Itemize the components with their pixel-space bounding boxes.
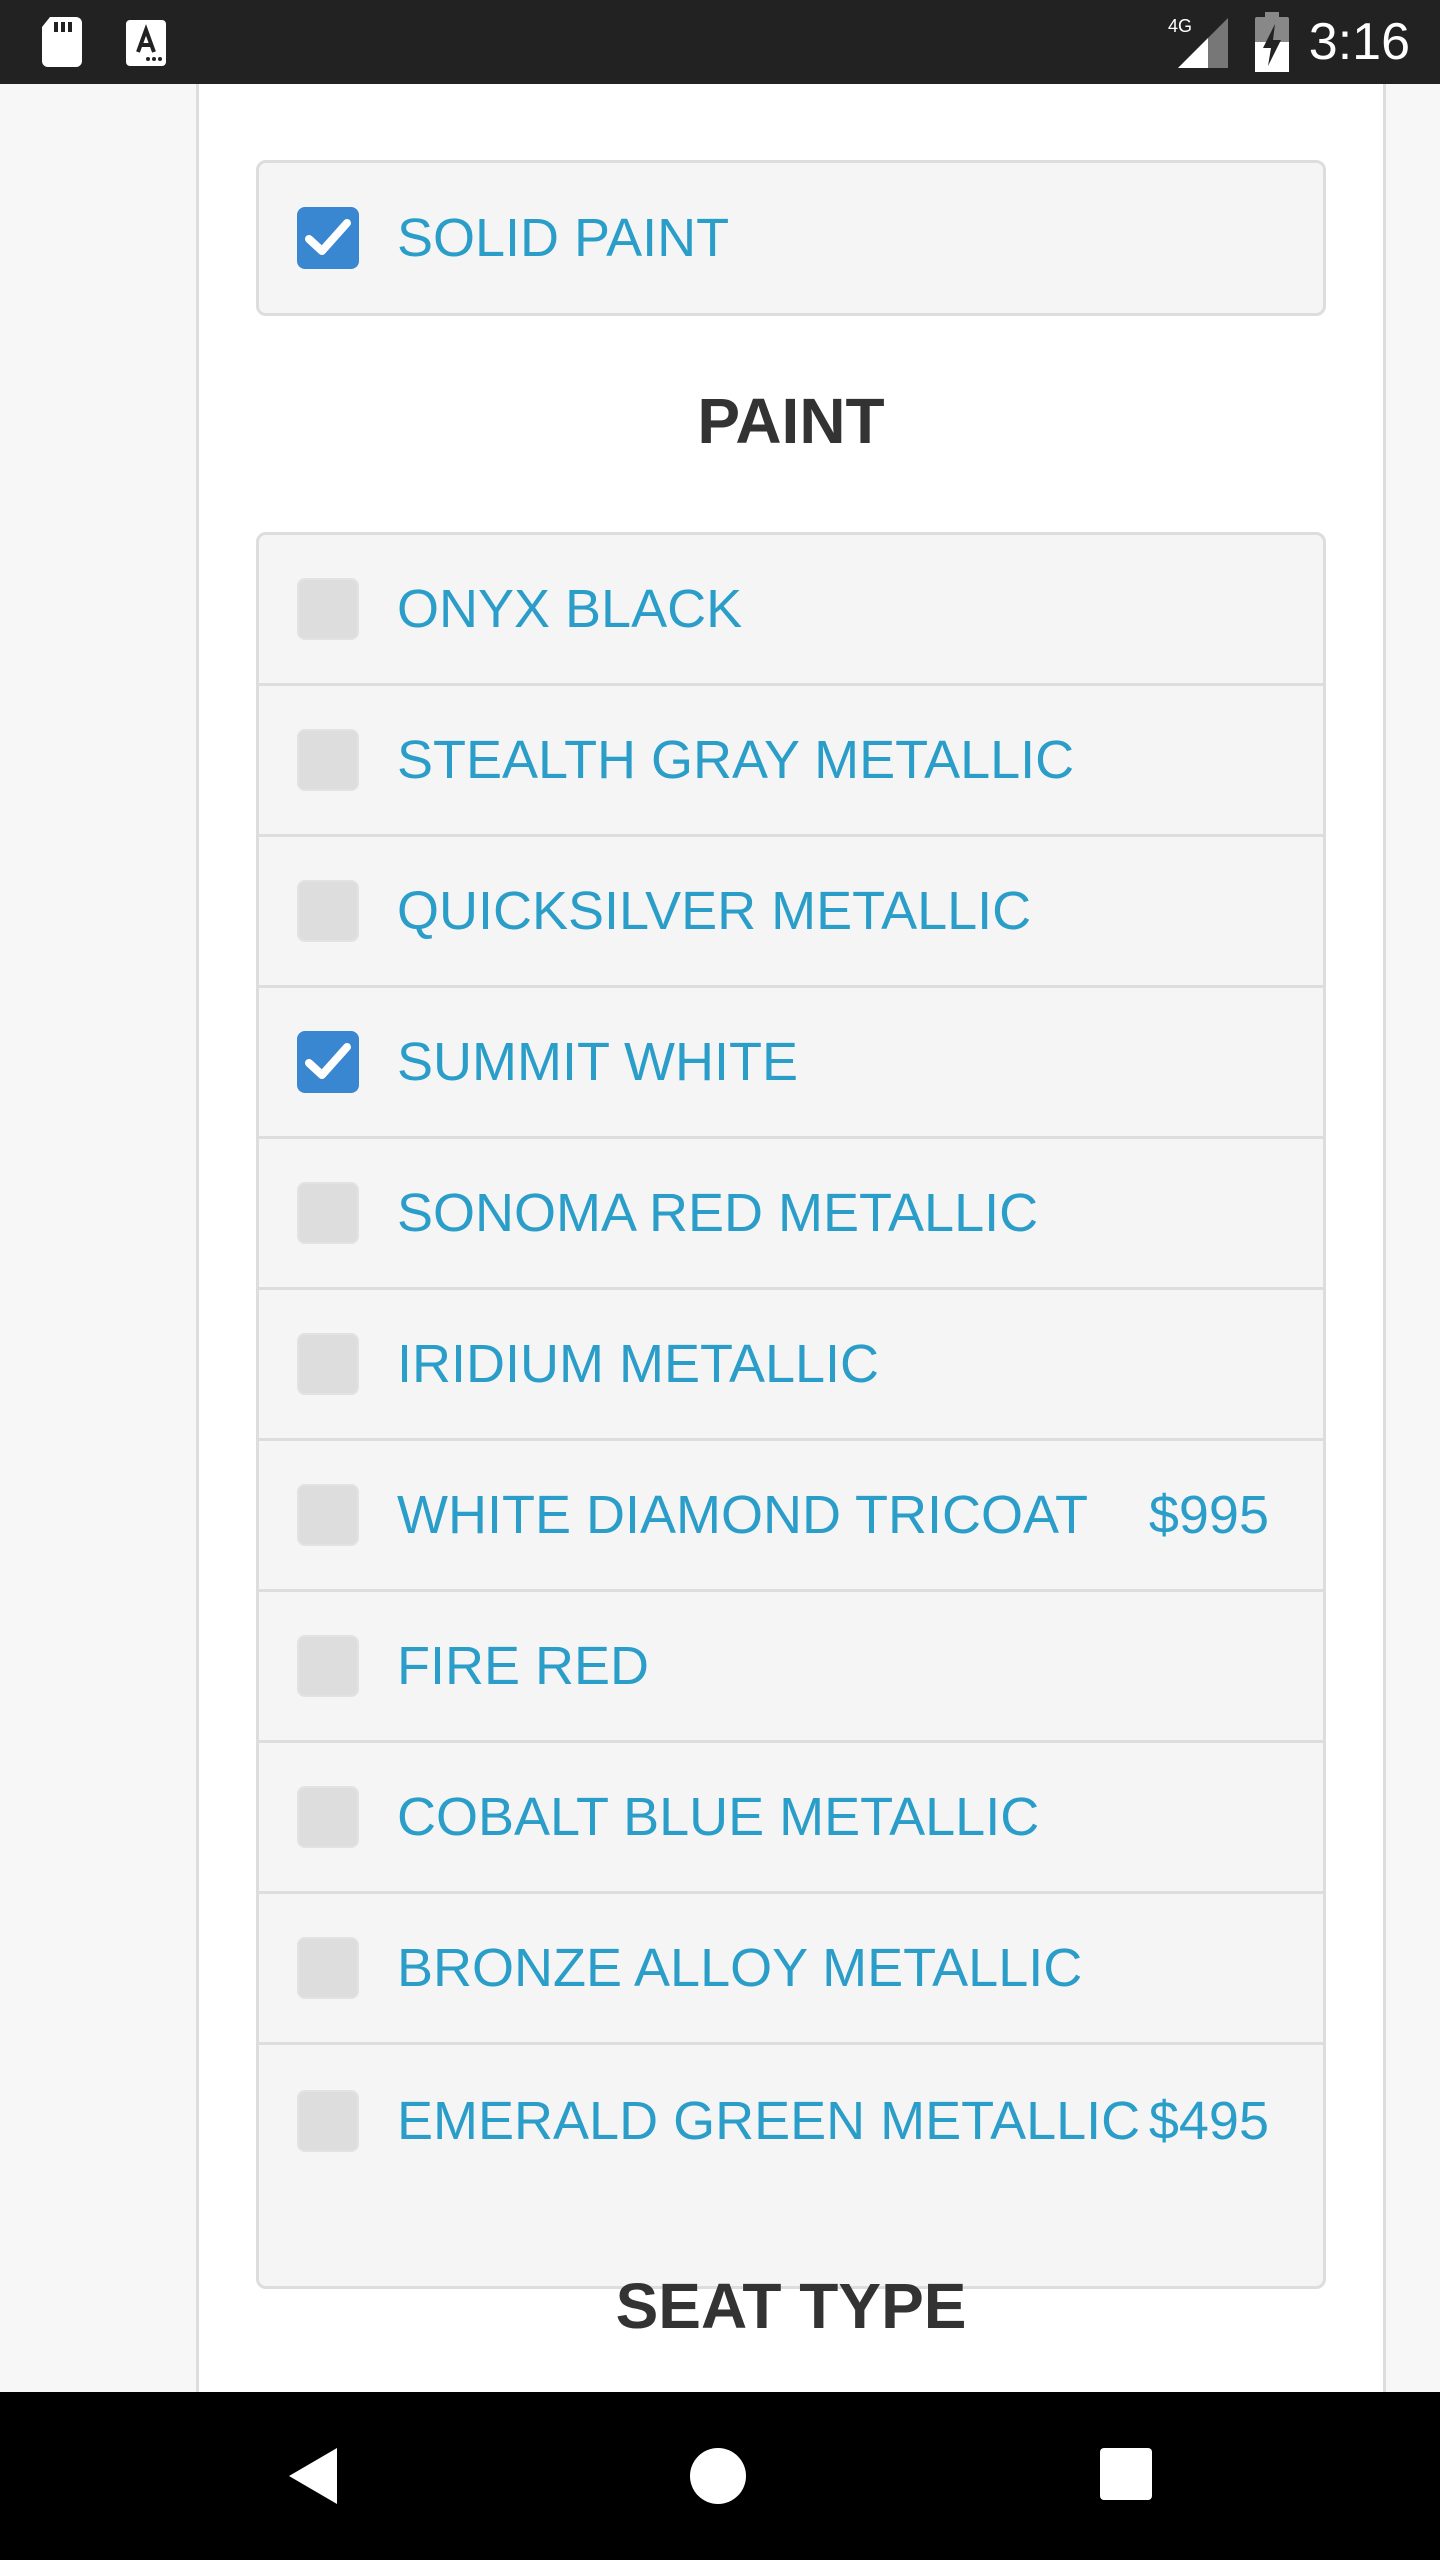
paint-option-checkbox[interactable]: [297, 880, 359, 942]
checkmark-icon: [305, 1043, 351, 1079]
paint-option-row[interactable]: BRONZE ALLOY METALLIC: [259, 1894, 1323, 2045]
paint-option-label: WHITE DIAMOND TRICOAT: [397, 1485, 1088, 1545]
paint-option-row[interactable]: SONOMA RED METALLIC: [259, 1139, 1323, 1290]
status-bar: 4G 3:16: [0, 0, 1440, 84]
paint-option-label: STEALTH GRAY METALLIC: [397, 730, 1075, 790]
paint-option-checkbox[interactable]: [297, 1484, 359, 1546]
paint-option-label: IRIDIUM METALLIC: [397, 1334, 880, 1394]
paint-option-label: ONYX BLACK: [397, 579, 743, 639]
solid-paint-option[interactable]: SOLID PAINT: [259, 163, 1323, 313]
signal-icon: 4G: [1168, 16, 1228, 68]
paint-option-price: $995: [1148, 1485, 1269, 1545]
paint-option-label: EMERALD GREEN METALLIC: [397, 2090, 1141, 2151]
paint-option-row[interactable]: FIRE RED: [259, 1592, 1323, 1743]
paint-option-checkbox[interactable]: [297, 1182, 359, 1244]
paint-option-checkbox[interactable]: [297, 578, 359, 640]
solid-paint-group: SOLID PAINT: [256, 160, 1326, 316]
paint-option-row[interactable]: EMERALD GREEN METALLIC $495: [259, 2045, 1323, 2196]
paint-option-checkbox[interactable]: [297, 1937, 359, 1999]
page-content[interactable]: SOLID PAINT PAINT ONYX BLACK STEALTH GRAY…: [0, 84, 1440, 2392]
checkmark-icon: [305, 219, 351, 255]
paint-option-row[interactable]: ONYX BLACK: [259, 535, 1323, 686]
paint-option-price: $495: [1148, 2090, 1269, 2151]
battery-charging-icon: [1255, 12, 1289, 72]
solid-paint-checkbox[interactable]: [297, 207, 359, 269]
paint-option-checkbox[interactable]: [297, 1333, 359, 1395]
recent-apps-icon[interactable]: [1096, 2444, 1160, 2508]
back-icon[interactable]: [285, 2444, 349, 2508]
paint-option-checkbox[interactable]: [297, 1031, 359, 1093]
text-a-icon: [126, 20, 166, 66]
home-icon[interactable]: [686, 2444, 750, 2508]
paint-option-label: SONOMA RED METALLIC: [397, 1183, 1039, 1243]
sd-card-icon: [42, 17, 82, 67]
paint-option-row[interactable]: STEALTH GRAY METALLIC: [259, 686, 1323, 837]
paint-option-label: FIRE RED: [397, 1636, 650, 1696]
navigation-bar: [0, 2392, 1440, 2560]
paint-option-label: COBALT BLUE METALLIC: [397, 1787, 1040, 1847]
paint-option-checkbox[interactable]: [297, 2089, 359, 2152]
paint-option-row[interactable]: QUICKSILVER METALLIC: [259, 837, 1323, 988]
paint-option-row[interactable]: WHITE DIAMOND TRICOAT $995: [259, 1441, 1323, 1592]
paint-option-row[interactable]: COBALT BLUE METALLIC: [259, 1743, 1323, 1894]
paint-options-list: ONYX BLACK STEALTH GRAY METALLIC QUICKSILV…: [256, 532, 1326, 2289]
clock: 3:16: [1308, 13, 1410, 71]
paint-option-label: SUMMIT WHITE: [397, 1032, 798, 1092]
solid-paint-label: SOLID PAINT: [397, 208, 730, 268]
paint-option-checkbox[interactable]: [297, 1635, 359, 1697]
paint-option-checkbox[interactable]: [297, 1786, 359, 1848]
paint-option-row[interactable]: SUMMIT WHITE: [259, 988, 1323, 1139]
paint-option-label: BRONZE ALLOY METALLIC: [397, 1938, 1083, 1998]
paint-option-label: QUICKSILVER METALLIC: [397, 881, 1032, 941]
paint-option-checkbox[interactable]: [297, 729, 359, 791]
network-type-label: 4G: [1168, 16, 1192, 36]
seat-type-section-title: SEAT TYPE: [615, 2270, 967, 2342]
paint-option-row[interactable]: IRIDIUM METALLIC: [259, 1290, 1323, 1441]
paint-section-title: PAINT: [697, 385, 885, 457]
